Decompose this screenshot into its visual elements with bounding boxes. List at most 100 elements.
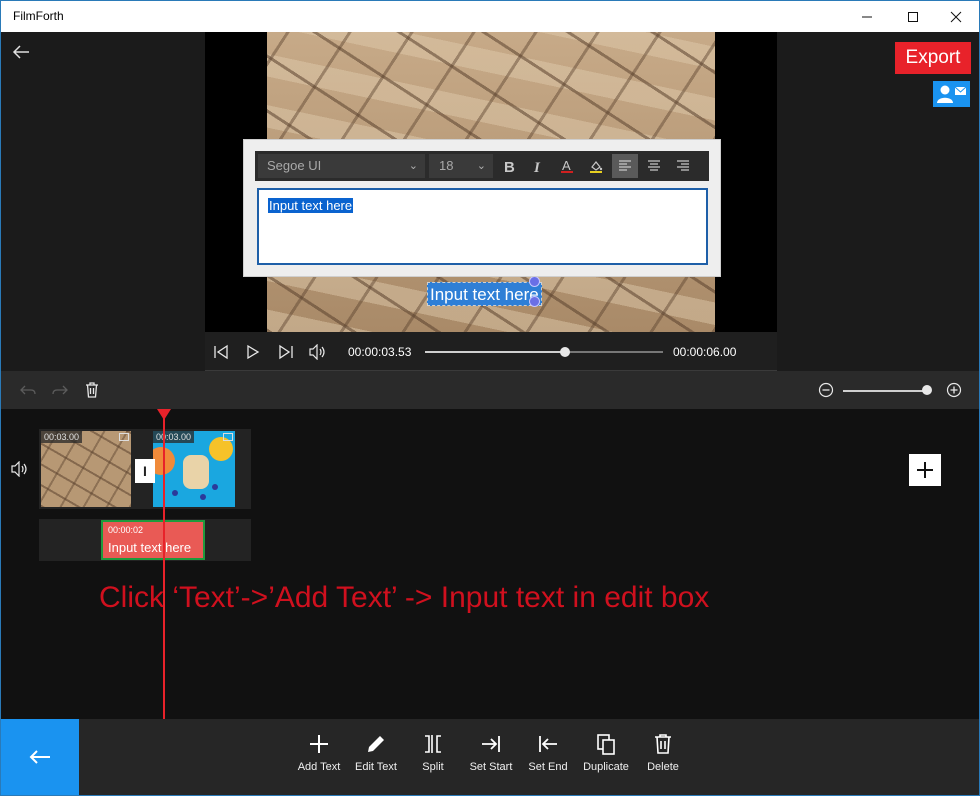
set-start-button[interactable]: Set Start <box>459 733 523 773</box>
font-color-icon: A <box>561 158 573 173</box>
plus-icon <box>310 735 328 753</box>
svg-text:A: A <box>562 158 571 173</box>
align-center-button[interactable] <box>641 154 667 178</box>
track-audio-button[interactable] <box>11 460 29 482</box>
volume-button[interactable] <box>307 341 329 363</box>
minimize-icon <box>862 16 872 17</box>
video-clip[interactable]: 00:03.00 <box>153 431 235 507</box>
text-clip[interactable]: 00:00:02 Input text here <box>101 520 205 560</box>
text-editor-popup: Segoe UI ⌄ 18 ⌄ B I A Input text here <box>243 139 721 277</box>
set-start-icon <box>482 736 500 752</box>
add-media-button[interactable] <box>909 454 941 486</box>
text-edit-value: Input text here <box>268 198 354 213</box>
zoom-out-button[interactable] <box>815 379 837 401</box>
italic-button[interactable]: I <box>525 154 551 178</box>
zoom-thumb[interactable] <box>921 385 932 395</box>
svg-text:B: B <box>504 159 515 174</box>
skip-end-icon <box>279 344 293 360</box>
back-button[interactable] <box>11 42 31 62</box>
play-button[interactable] <box>242 341 264 363</box>
delete-button[interactable]: Delete <box>631 733 695 773</box>
undo-icon <box>20 385 36 395</box>
playhead-marker[interactable] <box>157 409 171 420</box>
skip-start-icon <box>214 344 228 360</box>
title-bar: FilmForth <box>1 1 979 32</box>
play-icon <box>247 344 260 360</box>
image-icon <box>223 433 233 441</box>
filmforth-window: FilmForth Export Input text here Segoe U… <box>0 0 980 796</box>
font-family-select[interactable]: Segoe UI ⌄ <box>258 154 425 178</box>
back-to-main-button[interactable] <box>1 719 79 795</box>
text-format-toolbar: Segoe UI ⌄ 18 ⌄ B I A <box>255 151 709 181</box>
back-arrow-icon <box>29 750 50 764</box>
maximize-button[interactable] <box>890 1 936 32</box>
font-size-value: 18 <box>439 158 454 173</box>
playhead[interactable] <box>163 409 165 719</box>
export-button[interactable]: Export <box>895 42 971 74</box>
close-icon <box>950 11 962 22</box>
split-icon <box>425 735 441 753</box>
volume-icon <box>11 460 27 478</box>
italic-icon: I <box>533 160 541 174</box>
seek-thumb[interactable] <box>560 347 571 357</box>
align-left-button[interactable] <box>612 154 638 178</box>
redo-icon <box>52 385 68 395</box>
duplicate-label: Duplicate <box>583 761 629 773</box>
skip-end-button[interactable] <box>275 341 297 363</box>
timeline[interactable]: 00:03.00 00:03.00 I 00:00:02 Input text … <box>1 409 979 719</box>
zoom-in-button[interactable] <box>943 379 965 401</box>
account-mail-icon <box>937 85 967 103</box>
bold-button[interactable]: B <box>496 154 522 178</box>
add-text-button[interactable]: Add Text <box>287 733 351 773</box>
minimize-button[interactable] <box>844 1 890 32</box>
redo-button[interactable] <box>49 379 71 401</box>
align-right-button[interactable] <box>670 154 696 178</box>
seek-progress <box>425 351 566 353</box>
bottom-toolbar: Add Text Edit Text Split Set Start Set E… <box>1 719 979 795</box>
split-button[interactable]: Split <box>401 733 465 773</box>
image-icon <box>119 433 129 441</box>
delete-label: Delete <box>647 761 679 773</box>
skip-start-button[interactable] <box>210 341 232 363</box>
undo-button[interactable] <box>17 379 39 401</box>
split-label: Split <box>422 761 444 773</box>
font-color-button[interactable]: A <box>554 154 580 178</box>
video-track: 00:03.00 00:03.00 I <box>39 429 251 509</box>
trash-icon <box>655 734 671 754</box>
svg-text:I: I <box>533 160 541 174</box>
duplicate-button[interactable]: Duplicate <box>574 733 638 773</box>
font-family-value: Segoe UI <box>267 158 322 173</box>
set-end-icon <box>539 736 557 752</box>
text-clip-label: Input text here <box>108 540 192 555</box>
text-clip-time: 00:00:02 <box>108 525 144 535</box>
chevron-down-icon: ⌄ <box>476 160 486 172</box>
fill-color-button[interactable] <box>583 154 609 178</box>
zoom-in-icon <box>946 382 962 398</box>
set-end-label: Set End <box>528 761 568 773</box>
clip-duration: 00:03.00 <box>153 431 195 443</box>
total-time: 00:00:06.00 <box>673 345 737 359</box>
transition-button[interactable]: I <box>135 459 155 483</box>
account-button[interactable] <box>933 81 970 107</box>
align-center-icon <box>648 160 660 171</box>
volume-icon <box>309 344 325 360</box>
zoom-slider[interactable] <box>843 390 931 392</box>
maximize-icon <box>908 11 918 22</box>
zoom-out-icon <box>818 382 834 398</box>
resize-handle[interactable] <box>529 296 540 307</box>
close-button[interactable] <box>933 1 979 32</box>
preview-text-overlay[interactable]: Input text here <box>427 282 542 306</box>
text-edit-box[interactable]: Input text here <box>257 188 708 265</box>
rotate-handle[interactable] <box>529 276 540 287</box>
align-left-icon <box>619 160 631 171</box>
duplicate-icon <box>597 734 615 755</box>
edit-text-button[interactable]: Edit Text <box>344 733 408 773</box>
video-clip[interactable]: 00:03.00 <box>41 431 131 507</box>
trash-icon <box>86 382 98 398</box>
set-end-button[interactable]: Set End <box>516 733 580 773</box>
instruction-caption: Click ‘Text’->’Add Text’ -> Input text i… <box>99 581 710 614</box>
edit-text-label: Edit Text <box>355 761 397 773</box>
delete-clip-button[interactable] <box>81 379 103 401</box>
font-size-select[interactable]: 18 ⌄ <box>429 154 493 178</box>
text-track: 00:00:02 Input text here <box>39 519 251 561</box>
